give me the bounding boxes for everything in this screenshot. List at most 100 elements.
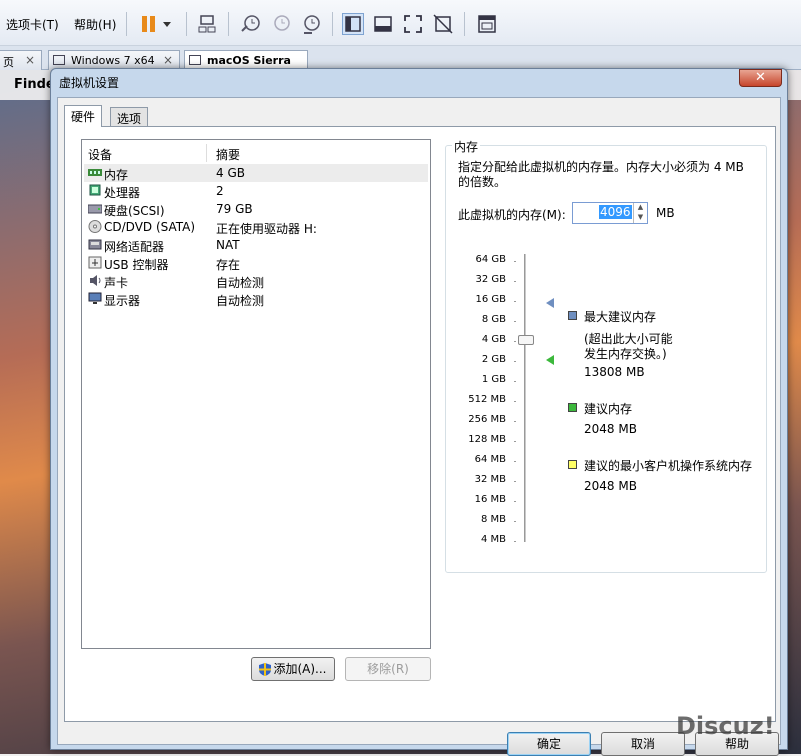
max-recommended-swatch <box>568 311 577 320</box>
add-device-button[interactable]: 添加(A)... <box>251 657 335 681</box>
ok-button[interactable]: 确定 <box>507 732 591 756</box>
sound-card-icon <box>88 274 102 287</box>
device-name: 网络适配器 <box>104 240 165 254</box>
device-row-hard-disk[interactable]: 硬盘(SCSI) 79 GB <box>84 200 428 218</box>
max-recommended-marker-icon <box>546 298 554 308</box>
tab-label: 页 <box>3 56 14 69</box>
device-row-memory[interactable]: 内存 4 GB <box>84 164 428 182</box>
memory-group-title: 内存 <box>452 138 481 155</box>
memory-scale-tick: 16 MB <box>474 494 506 505</box>
memory-slider-thumb[interactable] <box>518 335 534 345</box>
memory-scale-tick: 128 MB <box>468 434 506 445</box>
tab-label: Windows 7 x64 <box>71 54 155 67</box>
min-recommended-label: 建议的最小客户机操作系统内存 <box>584 459 753 473</box>
device-summary: 正在使用驱动器 H: <box>216 222 317 236</box>
separator <box>126 12 127 36</box>
pause-icon[interactable] <box>138 13 160 35</box>
vm-tab-strip: 页 × Windows 7 x64 × macOS Sierra <box>0 46 801 70</box>
close-button[interactable]: ✕ <box>739 69 782 87</box>
recommended-swatch <box>568 403 577 412</box>
tab-windows7[interactable]: Windows 7 x64 × <box>48 50 180 70</box>
remove-device-button[interactable]: 移除(R) <box>345 657 431 681</box>
finder-menu: Finde <box>14 77 55 92</box>
network-adapter-icon <box>88 238 102 251</box>
memory-scale-tick-mark <box>514 541 516 542</box>
snapshot-icon[interactable] <box>240 13 262 35</box>
revert-snapshot-icon[interactable] <box>270 13 292 35</box>
memory-scale-tick: 1 GB <box>481 374 506 385</box>
no-scaling-icon[interactable] <box>432 13 454 35</box>
memory-description-2: 的倍数。 <box>458 175 507 189</box>
device-summary: 自动检测 <box>216 294 265 308</box>
device-row-processor[interactable]: 处理器 2 <box>84 182 428 200</box>
dialog-title: 虚拟机设置 <box>59 76 120 90</box>
library-view-icon[interactable] <box>476 13 498 35</box>
memory-scale-tick: 2 GB <box>481 354 506 365</box>
console-view-icon[interactable] <box>342 13 364 35</box>
menu-help[interactable]: 帮助(H) <box>74 16 116 33</box>
tab-label: macOS Sierra <box>207 54 291 67</box>
menu-tabs[interactable]: 选项卡(T) <box>6 16 59 33</box>
device-row-sound[interactable]: 声卡 自动检测 <box>84 272 428 290</box>
memory-slider-track[interactable] <box>524 254 526 542</box>
spin-up-icon[interactable]: ▲ <box>633 203 647 213</box>
min-recommended-swatch <box>568 460 577 469</box>
memory-scale-tick-mark <box>514 261 516 262</box>
device-row-usb[interactable]: USB 控制器 存在 <box>84 254 428 272</box>
fullscreen-icon[interactable] <box>402 13 424 35</box>
device-name: 处理器 <box>104 186 141 200</box>
tab-options[interactable]: 选项 <box>110 107 149 127</box>
column-divider <box>206 144 207 162</box>
memory-scale-tick-mark <box>514 441 516 442</box>
vm-icon <box>53 55 65 65</box>
min-recommended-value: 2048 MB <box>584 479 637 493</box>
close-icon[interactable]: × <box>25 53 35 67</box>
device-row-cd-dvd[interactable]: CD/DVD (SATA) 正在使用驱动器 H: <box>84 218 428 236</box>
device-summary: 2 <box>216 184 224 198</box>
memory-scale-tick: 16 GB <box>475 294 506 305</box>
max-recommended-note-2: 发生内存交换。) <box>584 347 667 361</box>
memory-value-input[interactable]: 4096 <box>599 205 632 219</box>
memory-scale-tick-mark <box>514 421 516 422</box>
memory-scale-tick-mark <box>514 461 516 462</box>
column-summary[interactable]: 摘要 <box>216 146 240 163</box>
device-row-network[interactable]: 网络适配器 NAT <box>84 236 428 254</box>
memory-spinbox[interactable]: 4096 ▲ ▼ <box>572 202 648 224</box>
device-list[interactable]: 设备 摘要 内存 4 GB 处理器 2 硬盘(SCSI) 79 GB CD/DV… <box>81 139 431 649</box>
network-icon[interactable] <box>196 13 218 35</box>
display-icon <box>88 292 102 305</box>
memory-scale-tick-mark <box>514 281 516 282</box>
watermark: Discuz! <box>676 712 775 740</box>
device-name: 硬盘(SCSI) <box>104 204 165 218</box>
cancel-button[interactable]: 取消 <box>601 732 685 756</box>
memory-icon <box>88 166 102 179</box>
recommended-label: 建议内存 <box>584 402 633 416</box>
dropdown-arrow-icon[interactable] <box>160 13 176 35</box>
tab-home[interactable]: 页 × <box>0 50 42 70</box>
dialog-body: 硬件 选项 设备 摘要 内存 4 GB 处理器 2 硬盘(SCSI) 79 GB… <box>57 97 781 756</box>
snapshot-manager-icon[interactable] <box>300 13 322 35</box>
tab-hardware[interactable]: 硬件 <box>64 105 103 127</box>
max-recommended-value: 13808 MB <box>584 365 645 379</box>
device-summary: NAT <box>216 238 240 252</box>
unity-view-icon[interactable] <box>372 13 394 35</box>
device-summary: 自动检测 <box>216 276 265 290</box>
device-row-display[interactable]: 显示器 自动检测 <box>84 290 428 308</box>
usb-icon <box>88 256 102 269</box>
memory-scale-tick-mark <box>514 481 516 482</box>
memory-scale-tick: 4 MB <box>480 534 506 545</box>
device-summary: 存在 <box>216 258 241 272</box>
vm-icon <box>189 55 201 65</box>
memory-scale-tick: 8 GB <box>481 314 506 325</box>
memory-scale-tick-mark <box>514 301 516 302</box>
cd-dvd-icon <box>88 220 102 233</box>
memory-scale-tick: 64 MB <box>474 454 506 465</box>
memory-scale-tick: 8 MB <box>480 514 506 525</box>
device-name: CD/DVD (SATA) <box>104 220 196 234</box>
spin-down-icon[interactable]: ▼ <box>633 213 647 223</box>
max-recommended-label: 最大建议内存 <box>584 310 657 324</box>
tab-macos-sierra[interactable]: macOS Sierra <box>184 50 308 70</box>
close-icon[interactable]: × <box>163 53 173 67</box>
column-device[interactable]: 设备 <box>88 146 112 163</box>
processor-icon <box>88 184 102 197</box>
